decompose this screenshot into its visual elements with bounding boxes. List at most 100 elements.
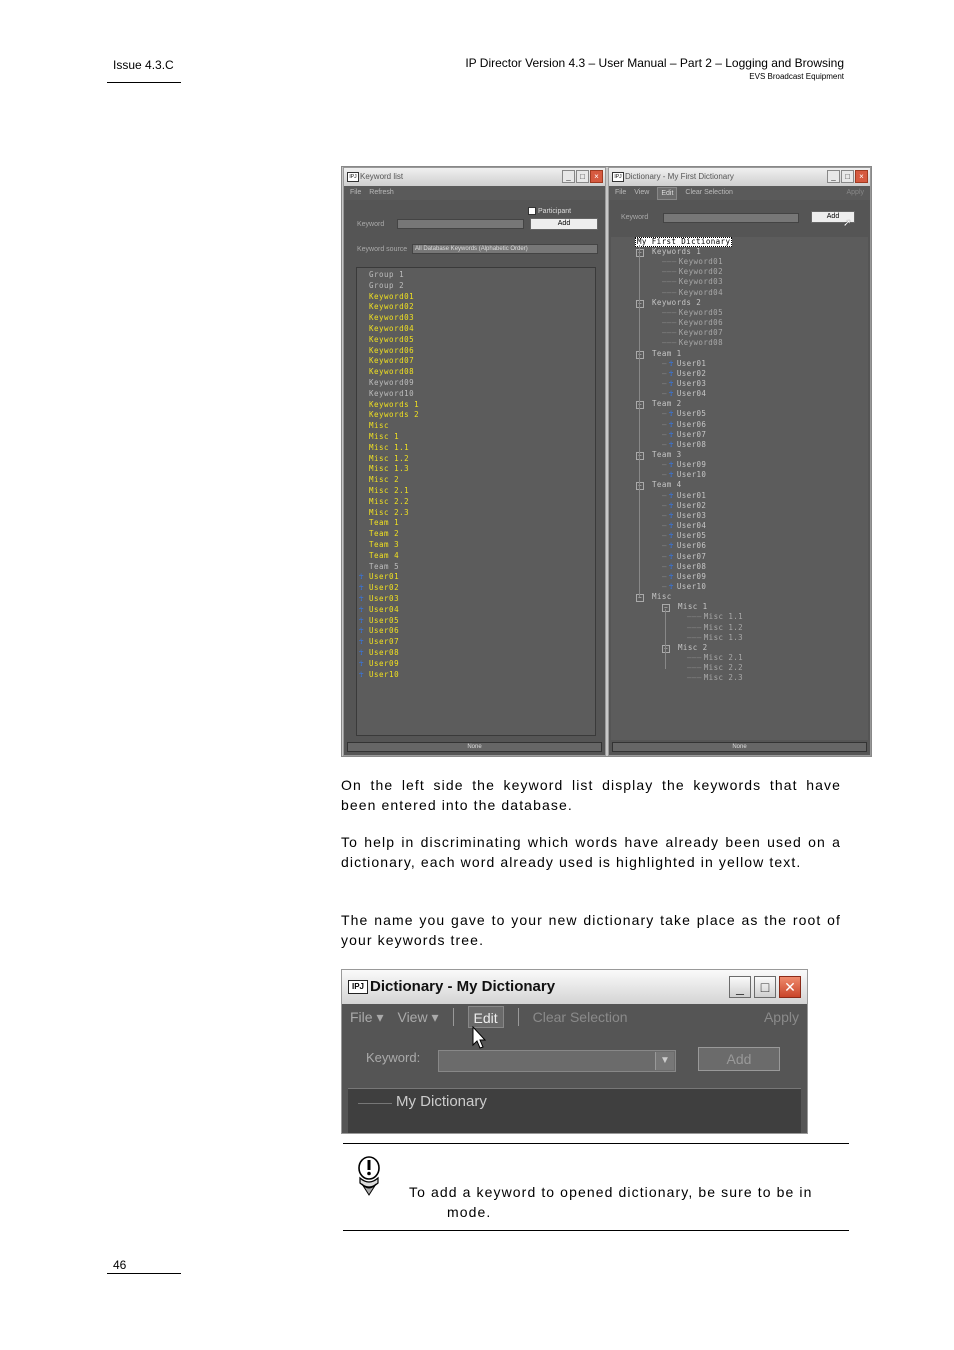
keyword-list-item[interactable]: Keyword09 (369, 378, 414, 388)
minimize-icon[interactable]: _ (729, 976, 751, 998)
tree-group-node[interactable]: − Misc (636, 592, 672, 603)
keyword-list-item[interactable]: Group 1 (369, 270, 404, 280)
keyword-list-item[interactable]: Misc 2.2 (369, 497, 409, 507)
chevron-down-icon[interactable]: ▼ (655, 1052, 674, 1070)
tree-leaf-node[interactable]: ——— Keyword02 (662, 267, 723, 277)
keyword-combo[interactable]: ▼ (438, 1050, 676, 1072)
keyword-list-item[interactable]: ☥ User02 (359, 583, 399, 593)
keyword-list-item[interactable]: Team 5 (369, 562, 399, 572)
tree-leaf-node[interactable]: ——— Misc 1.1 (687, 612, 743, 622)
close-icon[interactable]: × (855, 170, 868, 183)
keyword-list-item[interactable]: Misc 2.1 (369, 486, 409, 496)
tree-leaf-node[interactable]: ——— Keyword05 (662, 308, 723, 318)
tree-leaf-node[interactable]: ——— Keyword01 (662, 257, 723, 267)
keyword-source-select[interactable]: All Database Keywords (Alphabetic Order) (412, 244, 598, 254)
menu-file[interactable]: File (350, 186, 361, 200)
participant-checkbox[interactable]: Participant (528, 207, 571, 215)
tree-leaf-node[interactable]: ——— Keyword06 (662, 318, 723, 328)
tree-leaf-node[interactable]: — ☥ User10 (662, 582, 706, 592)
keyword-list-item[interactable]: Keyword02 (369, 302, 414, 312)
keyword-list-item[interactable]: ☥ User03 (359, 594, 399, 604)
keyword-list-item[interactable]: Group 2 (369, 281, 404, 291)
keyword-list-item[interactable]: Keyword04 (369, 324, 414, 334)
tree-leaf-node[interactable]: ——— Keyword03 (662, 277, 723, 287)
keyword-list-item[interactable]: Misc 1.2 (369, 454, 409, 464)
keyword-list-item[interactable]: Team 3 (369, 540, 399, 550)
tree-leaf-node[interactable]: — ☥ User04 (662, 521, 706, 531)
menu-file[interactable]: File ▾ (350, 1006, 383, 1028)
keyword-list-item[interactable]: Keyword07 (369, 356, 414, 366)
maximize-icon[interactable]: □ (576, 170, 589, 183)
tree-leaf-node[interactable]: — ☥ User09 (662, 572, 706, 582)
tree-leaf-node[interactable]: ——— Keyword08 (662, 338, 723, 348)
keyword-list-item[interactable]: Misc 1.3 (369, 464, 409, 474)
tree-leaf-node[interactable]: ——— Misc 2.1 (687, 653, 743, 663)
tree-leaf-node[interactable]: — ☥ User01 (662, 359, 706, 369)
maximize-icon[interactable]: □ (841, 170, 854, 183)
keyword-list-item[interactable]: Keyword05 (369, 335, 414, 345)
tree-root[interactable]: My First Dictionary (635, 237, 733, 247)
keyword-list-item[interactable]: Keyword01 (369, 292, 414, 302)
collapse-icon[interactable]: − (636, 482, 644, 491)
tree-leaf-node[interactable]: — ☥ User09 (662, 460, 706, 470)
tree-leaf-node[interactable]: — ☥ User05 (662, 531, 706, 541)
collapse-icon[interactable]: − (636, 299, 644, 308)
maximize-icon[interactable]: □ (754, 976, 776, 998)
keyword-list-item[interactable]: Misc 2.3 (369, 508, 409, 518)
tree-leaf-node[interactable]: — ☥ User08 (662, 440, 706, 450)
minimize-icon[interactable]: _ (562, 170, 575, 183)
tree-leaf-node[interactable]: ——— Keyword07 (662, 328, 723, 338)
keyword-list-item[interactable]: Keyword03 (369, 313, 414, 323)
keyword-list-item[interactable]: ☥ User09 (359, 659, 399, 669)
collapse-icon[interactable]: − (636, 401, 644, 410)
keyword-list-item[interactable]: ☥ User04 (359, 605, 399, 615)
tree-leaf-node[interactable]: — ☥ User07 (662, 430, 706, 440)
tree-leaf-node[interactable]: ——— Misc 2.2 (687, 663, 743, 673)
collapse-icon[interactable]: − (662, 604, 670, 613)
tree-group-node[interactable]: −Team 2 (636, 399, 682, 410)
tree-leaf-node[interactable]: — ☥ User10 (662, 470, 706, 480)
tree-leaf-node[interactable]: — ☥ User01 (662, 491, 706, 501)
close-icon[interactable]: ✕ (779, 976, 801, 998)
tree-group-node[interactable]: −Team 3 (636, 450, 682, 460)
menu-edit[interactable]: Edit (467, 1006, 504, 1028)
tree-leaf-node[interactable]: — ☥ User03 (662, 379, 706, 389)
menu-file[interactable]: File (615, 186, 626, 200)
collapse-icon[interactable]: − (662, 644, 670, 653)
tree-leaf-node[interactable]: — ☥ User02 (662, 501, 706, 511)
keyword-list-item[interactable]: Misc 1.1 (369, 443, 409, 453)
tree-leaf-node[interactable]: ——— Misc 2.3 (687, 673, 743, 683)
tree-leaf-node[interactable]: — ☥ User04 (662, 389, 706, 399)
tree-group-node[interactable]: −Team 4 (636, 480, 682, 491)
add-button[interactable]: Add (698, 1047, 780, 1071)
tree-leaf-node[interactable]: ——— Misc 1.2 (687, 623, 743, 633)
collapse-icon[interactable]: − (636, 249, 644, 257)
keyword-input[interactable] (397, 219, 524, 229)
menu-view[interactable]: View (634, 186, 649, 200)
tree-group-node[interactable]: − Misc 1 (662, 602, 708, 613)
menu-edit[interactable]: Edit (657, 187, 678, 200)
keyword-list-item[interactable]: Team 1 (369, 518, 399, 528)
menu-clear-selection[interactable]: Clear Selection (533, 1006, 628, 1028)
keyword-list-item[interactable]: Misc 1 (369, 432, 399, 442)
keyword-list-item[interactable]: Keywords 1 (369, 400, 419, 410)
tree-root[interactable]: My Dictionary (396, 1093, 487, 1110)
menu-refresh[interactable]: Refresh (369, 186, 394, 200)
keyword-list-item[interactable]: Keyword06 (369, 346, 414, 356)
tree-leaf-node[interactable]: — ☥ User02 (662, 369, 706, 379)
tree-leaf-node[interactable]: — ☥ User05 (662, 409, 706, 419)
menu-clear-selection[interactable]: Clear Selection (685, 186, 732, 200)
keyword-list-item[interactable]: ☥ User10 (359, 670, 399, 680)
keyword-list-item[interactable]: Misc 2 (369, 475, 399, 485)
tree-group-node[interactable]: −Misc 2 (662, 643, 708, 653)
menu-apply[interactable]: Apply (846, 186, 864, 200)
tree-leaf-node[interactable]: — ☥ User06 (662, 420, 706, 430)
tree-leaf-node[interactable]: ——— Keyword04 (662, 288, 723, 298)
tree-leaf-node[interactable]: — ☥ User03 (662, 511, 706, 521)
menu-view[interactable]: View ▾ (397, 1006, 438, 1028)
keyword-list-item[interactable]: ☥ User05 (359, 616, 399, 626)
collapse-icon[interactable]: − (636, 350, 644, 359)
collapse-icon[interactable]: − (636, 594, 644, 603)
keyword-list-item[interactable]: Team 4 (369, 551, 399, 561)
keyword-list-item[interactable]: ☥ User06 (359, 626, 399, 636)
